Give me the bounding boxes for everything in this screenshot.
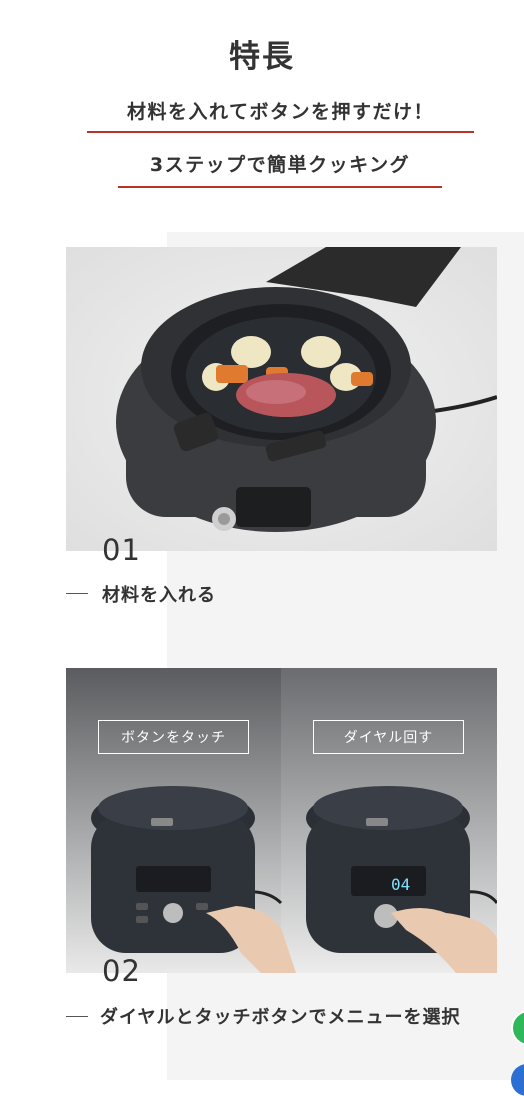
subheading-2: 3ステップで簡単クッキング: [118, 150, 442, 188]
display-readout: 04: [391, 875, 410, 894]
caption-dash: [66, 1016, 88, 1017]
step1-photo: [66, 247, 497, 551]
step-caption: 材料を入れる: [102, 585, 216, 606]
subheading-1: 材料を入れてボタンを押すだけ！: [87, 97, 474, 133]
caption-dash: [66, 593, 88, 594]
step-caption: ダイヤルとタッチボタンでメニューを選択: [100, 1007, 461, 1028]
step-number: 01: [102, 533, 141, 567]
page-title: 特長: [229, 38, 295, 75]
step2-photo: 04: [66, 668, 497, 973]
step-number: 02: [102, 954, 141, 988]
tag-turn-dial: ダイヤル回す: [313, 720, 464, 754]
tag-touch-button: ボタンをタッチ: [98, 720, 249, 754]
